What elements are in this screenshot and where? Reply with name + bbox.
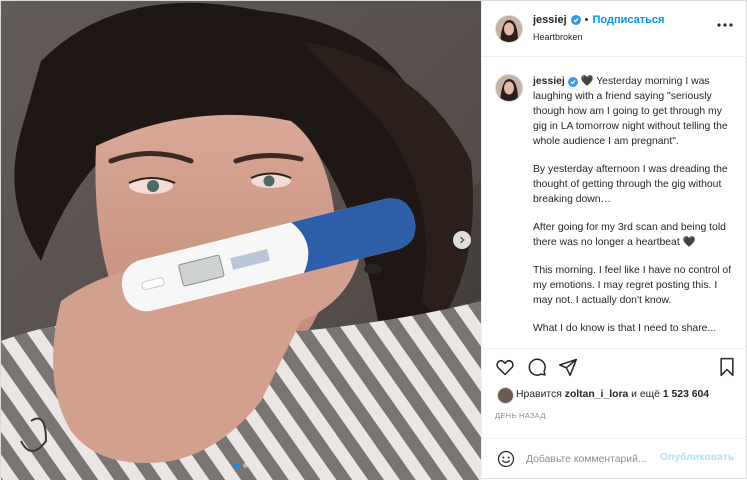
likes-middle: и ещё	[628, 389, 663, 400]
verified-badge-icon	[570, 15, 581, 25]
avatar-image	[496, 75, 522, 101]
caption-paragraph: What I do know is that I need to share..…	[533, 323, 717, 334]
heart-icon[interactable]	[494, 356, 516, 378]
bookmark-icon[interactable]	[716, 356, 738, 378]
likes-prefix: Нравится	[516, 389, 565, 400]
likes-row: Нравится zoltan_i_lora и ещё 1 523 604	[482, 384, 747, 406]
comment-input[interactable]	[526, 451, 658, 467]
caption-paragraph: After going for my 3rd scan and being to…	[533, 222, 726, 248]
liker-username[interactable]: zoltan_i_lora	[565, 389, 629, 400]
post-sidebar: jessiej • Подписаться Heartbroken jessie…	[481, 1, 747, 480]
liker-avatar[interactable]	[497, 387, 514, 404]
username-link[interactable]: jessiej	[533, 14, 567, 26]
carousel-dot	[243, 463, 248, 468]
publish-button[interactable]: Опубликовать	[660, 452, 734, 463]
photo-illustration	[1, 1, 481, 480]
avatar-image	[496, 16, 522, 42]
carousel-next-button[interactable]	[453, 231, 471, 249]
action-bar	[482, 348, 747, 384]
add-comment-bar: Опубликовать	[482, 438, 747, 480]
emoji-icon[interactable]	[497, 450, 515, 468]
follow-button[interactable]: Подписаться	[593, 14, 665, 26]
post-photo[interactable]	[1, 1, 481, 480]
carousel-dot-active	[234, 463, 239, 468]
chevron-right-icon	[460, 236, 465, 244]
more-options-icon[interactable]	[716, 17, 734, 33]
caption-paragraph: By yesterday afternoon I was dreading th…	[533, 164, 728, 205]
separator-dot: •	[584, 14, 589, 26]
paper-plane-icon[interactable]	[557, 356, 579, 378]
caption-username[interactable]: jessiej	[533, 76, 565, 87]
instagram-post: jessiej • Подписаться Heartbroken jessie…	[0, 0, 747, 480]
comment-icon[interactable]	[526, 356, 548, 378]
likes-count[interactable]: 1 523 604	[663, 389, 709, 400]
verified-badge-icon	[567, 77, 578, 87]
caption-avatar[interactable]	[495, 74, 523, 102]
location-link[interactable]: Heartbroken	[533, 32, 583, 42]
caption-paragraph: This morning. I feel like I have no cont…	[533, 265, 732, 306]
post-timestamp[interactable]: День назад	[495, 411, 546, 420]
likes-summary: Нравится zoltan_i_lora и ещё 1 523 604	[516, 389, 709, 400]
post-header: jessiej • Подписаться Heartbroken	[482, 1, 747, 57]
comments-area[interactable]: jessiej 🖤 Yesterday morning I was laughi…	[482, 57, 747, 348]
post-author: jessiej • Подписаться	[533, 14, 664, 26]
avatar[interactable]	[495, 15, 523, 43]
carousel-indicator	[234, 463, 248, 468]
post-caption: jessiej 🖤 Yesterday morning I was laughi…	[533, 74, 733, 348]
